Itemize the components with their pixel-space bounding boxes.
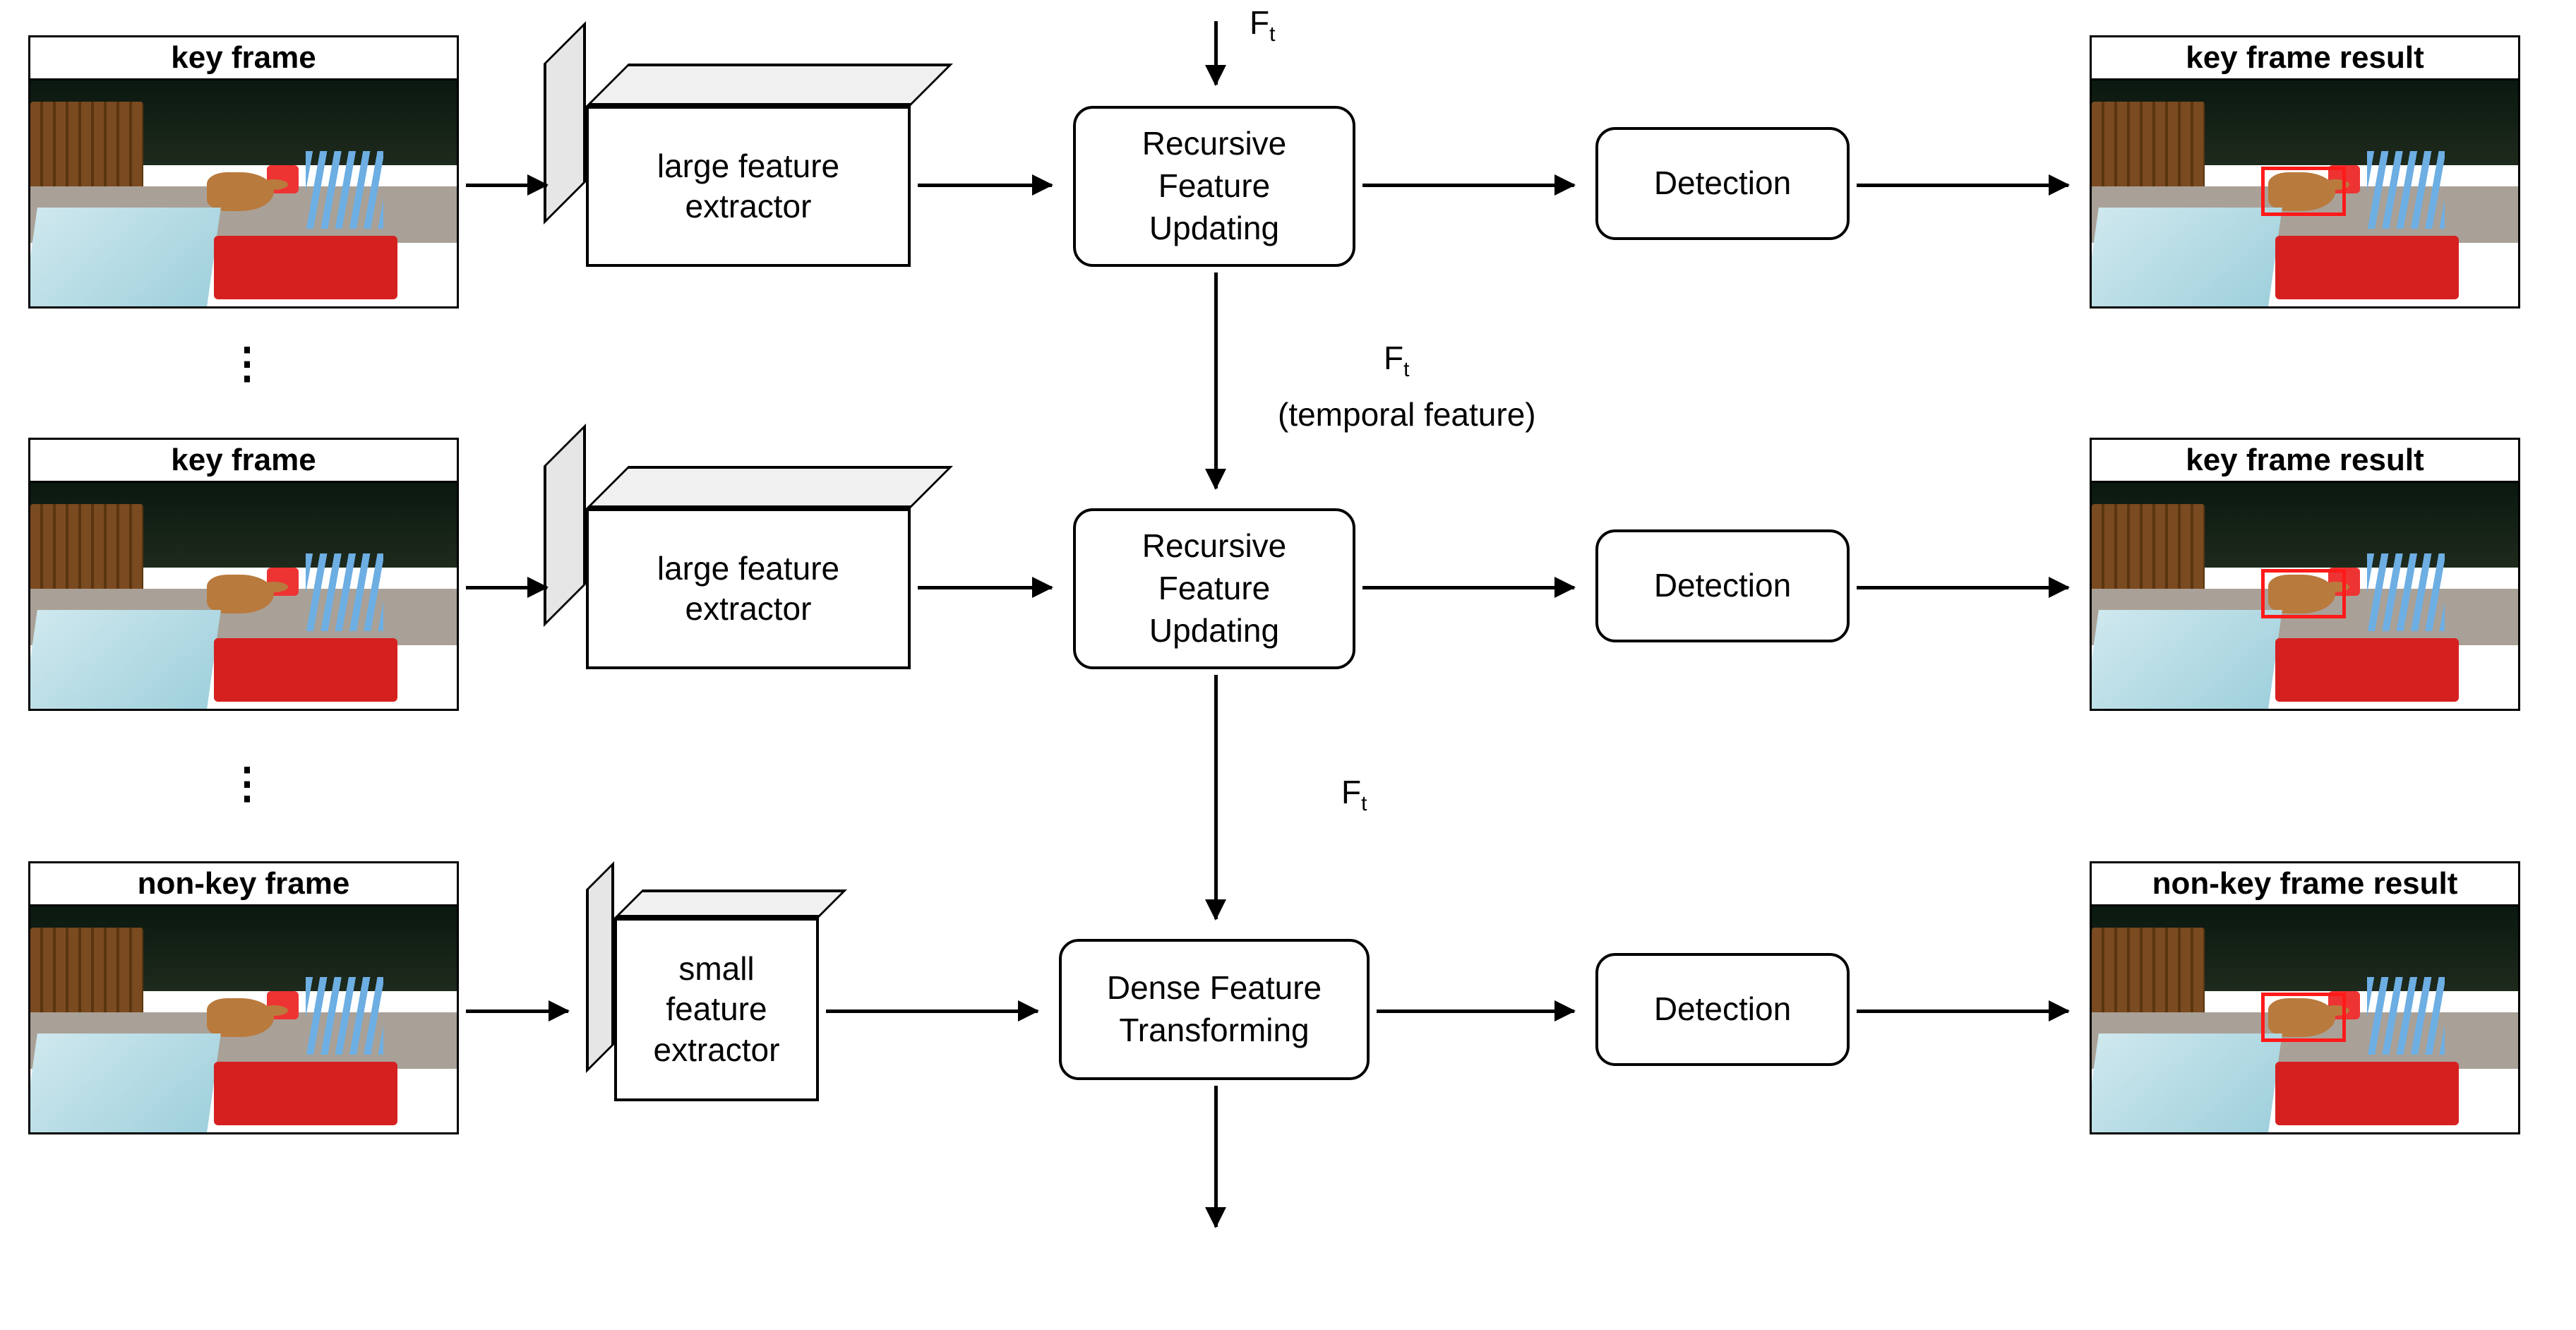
bbox-1 xyxy=(2261,167,2346,216)
arrow-ft-into-rfu1 xyxy=(1214,21,1218,85)
output-scene-3 xyxy=(2092,906,2518,1132)
dft-label: Dense Feature Transforming xyxy=(1107,967,1322,1052)
arrow-dft-to-detection3 xyxy=(1377,1010,1574,1013)
arrow-rfu2-to-dft xyxy=(1214,675,1218,919)
bbox-3 xyxy=(2261,993,2346,1042)
output-keyframe-title-1: key frame result xyxy=(2092,37,2518,80)
output-nonkeyframe-card: non-key frame result xyxy=(2090,861,2520,1134)
detection-box-3: Detection xyxy=(1595,953,1850,1066)
arrow-rfu1-to-rfu2 xyxy=(1214,272,1218,489)
arrow-extractor1-to-rfu1 xyxy=(918,184,1052,187)
arrow-input3-to-extractor3 xyxy=(466,1010,568,1013)
detection-box-2: Detection xyxy=(1595,529,1850,642)
arrow-detection1-to-output1 xyxy=(1857,184,2068,187)
output-scene-1 xyxy=(2092,80,2518,306)
arrow-detection2-to-output2 xyxy=(1857,586,2068,589)
vdots-2: ⋮ xyxy=(226,759,270,808)
rfu-box-2: Recursive Feature Updating xyxy=(1073,508,1355,669)
input-nonkeyframe-title: non-key frame xyxy=(30,863,457,906)
temporal-feature-note: (temporal feature) xyxy=(1278,395,1536,433)
input-keyframe-card-1: key frame xyxy=(28,35,459,308)
input-scene-3 xyxy=(30,906,457,1132)
arrow-extractor3-to-dft xyxy=(826,1010,1038,1013)
detection-label-3: Detection xyxy=(1654,988,1791,1031)
input-scene-2 xyxy=(30,483,457,709)
dft-box: Dense Feature Transforming xyxy=(1059,939,1370,1080)
input-keyframe-card-2: key frame xyxy=(28,438,459,711)
large-extractor-label-2: large feature extractor xyxy=(657,549,839,630)
arrow-input2-to-extractor2 xyxy=(466,586,547,589)
input-keyframe-title-1: key frame xyxy=(30,37,457,80)
rfu-box-1: Recursive Feature Updating xyxy=(1073,106,1355,267)
output-nonkeyframe-title: non-key frame result xyxy=(2092,863,2518,906)
arrow-rfu1-to-detection1 xyxy=(1362,184,1574,187)
arrow-detection3-to-output3 xyxy=(1857,1010,2068,1013)
bbox-2 xyxy=(2261,569,2346,618)
output-keyframe-card-2: key frame result xyxy=(2090,438,2520,711)
detection-label-2: Detection xyxy=(1654,565,1791,607)
input-scene-1 xyxy=(30,80,457,306)
arrow-input1-to-extractor1 xyxy=(466,184,547,187)
large-extractor-label-1: large feature extractor xyxy=(657,146,839,227)
rfu-label-1: Recursive Feature Updating xyxy=(1142,123,1287,249)
output-keyframe-title-2: key frame result xyxy=(2092,440,2518,483)
ft-label-mid: Ft xyxy=(1384,339,1409,382)
vdots-1: ⋮ xyxy=(226,339,270,388)
input-nonkeyframe-card: non-key frame xyxy=(28,861,459,1134)
output-keyframe-card-1: key frame result xyxy=(2090,35,2520,308)
arrow-dft-out xyxy=(1214,1086,1218,1227)
detection-box-1: Detection xyxy=(1595,127,1850,240)
ft-label-bottom: Ft xyxy=(1341,773,1367,816)
ft-label-top: Ft xyxy=(1250,4,1275,47)
arrow-rfu2-to-detection2 xyxy=(1362,586,1574,589)
detection-label-1: Detection xyxy=(1654,162,1791,205)
architecture-diagram: key frame large feature extractor Recurs… xyxy=(0,0,2576,1330)
arrow-extractor2-to-rfu2 xyxy=(918,586,1052,589)
small-extractor-label: small feature extractor xyxy=(654,949,780,1071)
input-keyframe-title-2: key frame xyxy=(30,440,457,483)
rfu-label-2: Recursive Feature Updating xyxy=(1142,525,1287,652)
output-scene-2 xyxy=(2092,483,2518,709)
